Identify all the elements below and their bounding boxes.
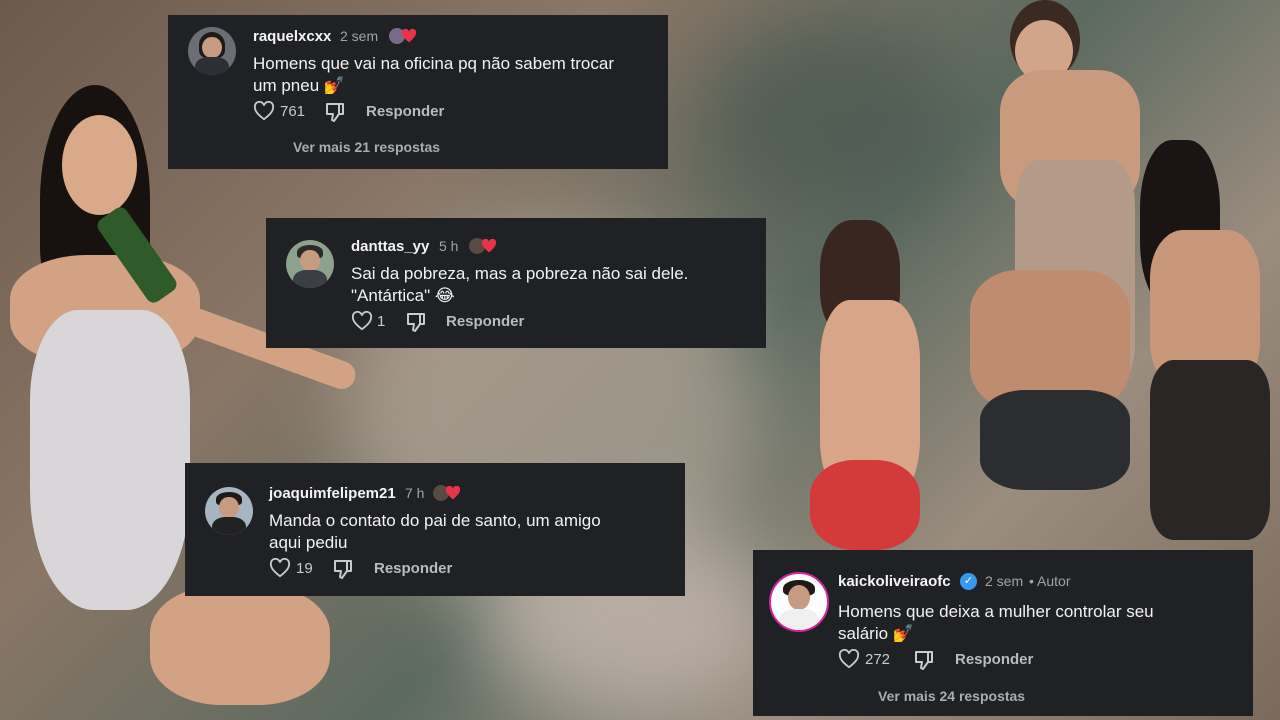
view-more-replies[interactable]: Ver mais 21 respostas xyxy=(293,139,440,155)
dislike-icon[interactable] xyxy=(406,311,426,333)
avatar[interactable] xyxy=(769,572,829,632)
timestamp: 5 h xyxy=(439,238,459,254)
comment-text: Manda o contato do pai de santo, um amig… xyxy=(269,511,601,552)
creator-liked-heart-icon xyxy=(445,486,461,500)
username[interactable]: joaquimfelipem21 xyxy=(269,485,396,502)
reply-button[interactable]: Responder xyxy=(366,103,444,120)
username[interactable]: kaickoliveiraofc xyxy=(838,573,951,590)
reply-button[interactable]: Responder xyxy=(374,560,452,577)
heart-icon[interactable] xyxy=(838,649,860,669)
timestamp: 2 sem xyxy=(985,573,1024,589)
heart-icon[interactable] xyxy=(253,101,275,121)
creator-liked-heart-icon xyxy=(481,239,497,253)
comment-card: danttas_yy 5 h Sai da pobreza, mas a pob… xyxy=(266,218,766,348)
heart-icon[interactable] xyxy=(351,311,373,331)
comment-text: Homens que vai na oficina pq não sabem t… xyxy=(253,54,614,95)
avatar[interactable] xyxy=(286,240,334,288)
reply-button[interactable]: Responder xyxy=(446,313,524,330)
comment-card: kaickoliveiraofc ✓ 2 sem • Autor Homens … xyxy=(753,550,1253,716)
avatar[interactable] xyxy=(188,27,236,75)
username[interactable]: raquelxcxx xyxy=(253,28,331,45)
verified-badge-icon: ✓ xyxy=(960,573,977,590)
avatar[interactable] xyxy=(205,487,253,535)
author-tag: • Autor xyxy=(1029,573,1071,589)
comment-text: Homens que deixa a mulher controlar seu s… xyxy=(838,602,1154,643)
dislike-icon[interactable] xyxy=(325,101,345,123)
heart-icon[interactable] xyxy=(269,558,291,578)
comment-card: raquelxcxx 2 sem Homens que vai na ofici… xyxy=(168,15,668,169)
group-right-image xyxy=(800,0,1280,555)
timestamp: 7 h xyxy=(405,485,425,501)
view-more-replies[interactable]: Ver mais 24 respostas xyxy=(878,688,1025,704)
like-count: 761 xyxy=(280,103,306,120)
reply-button[interactable]: Responder xyxy=(955,651,1033,668)
woman-left-image xyxy=(0,85,380,720)
timestamp: 2 sem xyxy=(340,28,379,44)
dislike-icon[interactable] xyxy=(333,558,353,580)
username[interactable]: danttas_yy xyxy=(351,238,429,255)
comment-text: Sai da pobreza, mas a pobreza não sai de… xyxy=(351,264,689,305)
like-count: 19 xyxy=(296,560,313,577)
comment-card: joaquimfelipem21 7 h Manda o contato do … xyxy=(185,463,685,596)
like-count: 272 xyxy=(865,651,891,668)
dislike-icon[interactable] xyxy=(914,649,934,671)
creator-liked-heart-icon xyxy=(401,29,417,43)
like-count: 1 xyxy=(377,313,386,330)
